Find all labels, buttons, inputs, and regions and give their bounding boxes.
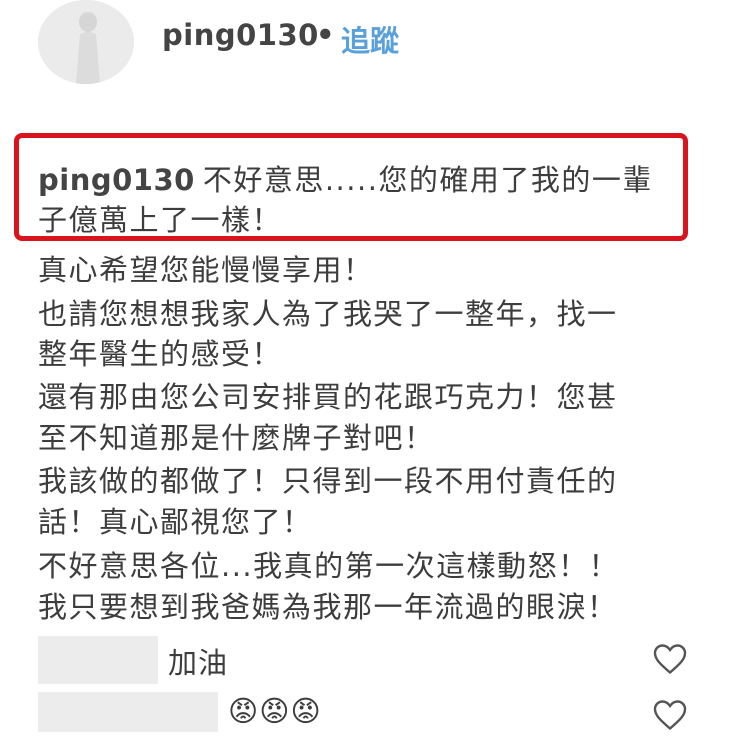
post-header: ping0130 • 追蹤 <box>0 0 745 90</box>
comment-author[interactable]: ping0130 <box>38 163 195 197</box>
comment-line-3: 真心希望您能慢慢享用！ <box>38 253 374 287</box>
comment-line-8: 我該做的都做了！只得到一段不用付責任的 <box>38 464 618 498</box>
avatar-figure-icon <box>38 0 134 84</box>
reply-avatar[interactable] <box>38 692 218 732</box>
comment-line-10: 不好意思各位...我真的第一次這樣動怒！！ <box>38 549 620 583</box>
comment-line-2: 子億萬上了一樣！ <box>38 203 283 237</box>
reply-avatar[interactable] <box>38 636 158 684</box>
comment-line-4: 也請您想想我家人為了我哭了一整年，找一 <box>38 297 618 331</box>
reply-item: 😡😡😡 <box>38 692 688 746</box>
reply-text: 😡😡😡 <box>228 694 322 728</box>
reply-item: 加油 <box>38 636 688 690</box>
comment-line-9: 話！真心鄙視您了！ <box>38 505 313 539</box>
post-username[interactable]: ping0130 <box>162 18 319 52</box>
comment-line-7: 至不知道那是什麼牌子對吧！ <box>38 421 435 455</box>
reply-text: 加油 <box>168 646 229 680</box>
comment-line-1: ping0130 不好意思.....您的確用了我的一輩 <box>38 160 653 200</box>
follow-link[interactable]: 追蹤 <box>341 18 399 60</box>
comment-line-5: 整年醫生的感受！ <box>38 337 283 371</box>
comment-text: 不好意思.....您的確用了我的一輩 <box>202 163 653 197</box>
separator-dot: • <box>316 18 335 52</box>
user-avatar[interactable] <box>38 0 134 84</box>
heart-icon[interactable] <box>652 698 688 732</box>
comment-line-6: 還有那由您公司安排買的花跟巧克力！您甚 <box>38 380 618 414</box>
heart-icon[interactable] <box>652 642 688 676</box>
comment-line-11: 我只要想到我爸媽為我那一年流過的眼淚！ <box>38 590 618 624</box>
